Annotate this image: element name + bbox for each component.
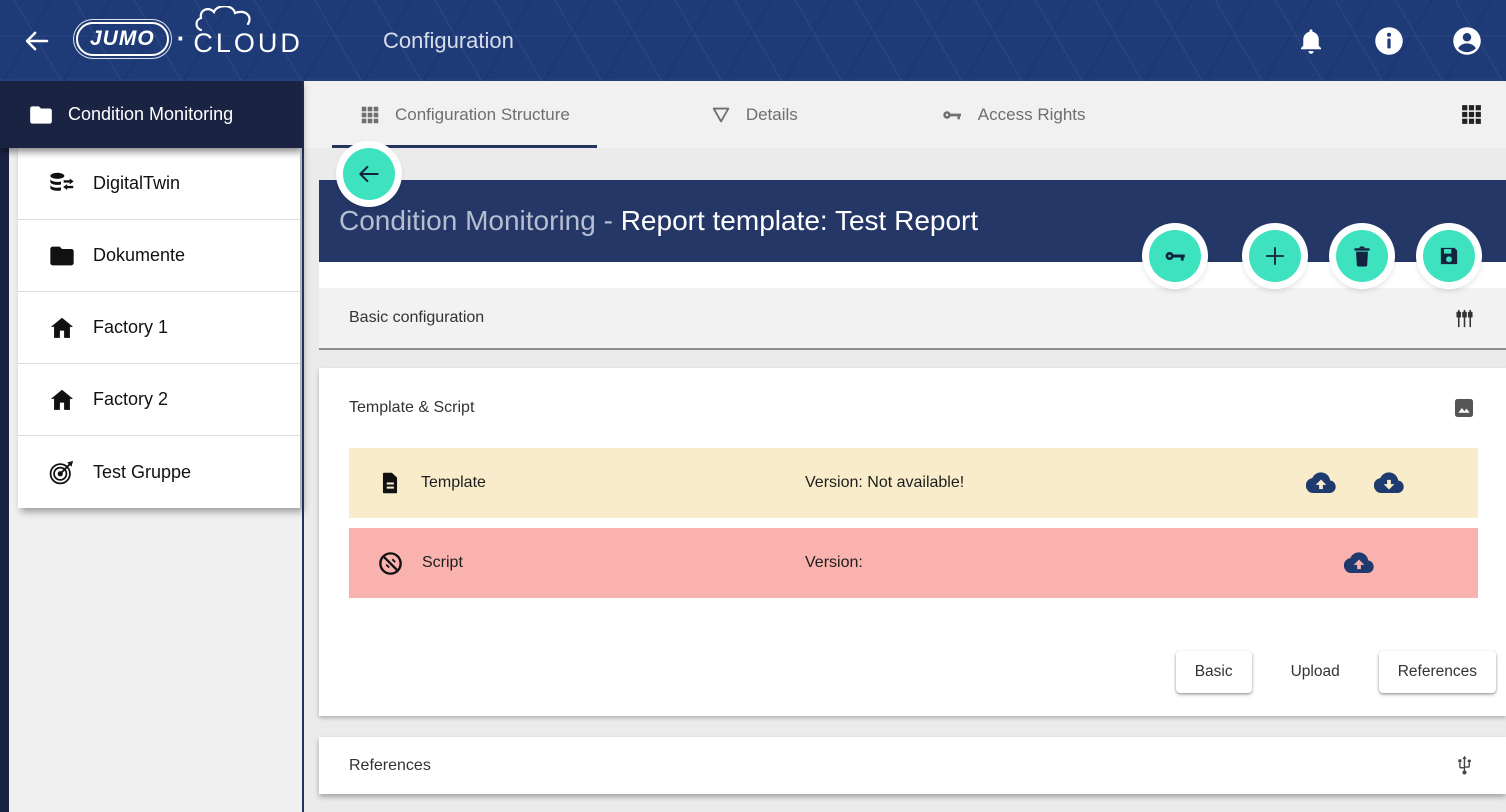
arrow-left-icon: [356, 161, 382, 187]
target-icon: [48, 458, 76, 486]
filter-icon: [710, 104, 732, 126]
cloud-outline-icon: [195, 6, 273, 32]
home-icon: [48, 314, 76, 342]
sidebar-root-label: Condition Monitoring: [68, 104, 233, 125]
sidebar-item-dokumente[interactable]: Dokumente: [18, 220, 300, 292]
account-icon[interactable]: [1452, 26, 1482, 56]
script-actions: [1344, 528, 1374, 598]
key-icon: [940, 103, 964, 127]
script-row: Script Version:: [349, 528, 1478, 598]
section-references[interactable]: References: [319, 737, 1506, 794]
sidebar-item-label: Test Gruppe: [93, 462, 191, 483]
entity-title-main: Report template: Test Report: [621, 205, 978, 237]
entity-title-prefix: Condition Monitoring -: [339, 205, 621, 237]
tab-label: Details: [746, 105, 798, 125]
section-label: References: [349, 757, 431, 775]
file-name: Script: [422, 554, 463, 572]
basic-button[interactable]: Basic: [1176, 651, 1252, 693]
template-script-header: Template & Script: [319, 368, 1506, 448]
tab-label: Configuration Structure: [395, 105, 570, 125]
digital-twin-icon: [48, 170, 76, 198]
jumo-logo: JUMO: [76, 22, 169, 56]
grid-icon: [359, 104, 381, 126]
tab-access-rights[interactable]: Access Rights: [913, 81, 1113, 148]
back-arrow-icon[interactable]: [22, 26, 52, 56]
sidebar-rail: [0, 81, 9, 812]
brand-separator: ·: [177, 23, 186, 54]
sidebar-item-factory-1[interactable]: Factory 1: [18, 292, 300, 364]
cloud-wordmark-text: CLOUD: [193, 28, 303, 58]
template-actions: [1306, 448, 1404, 518]
access-key-fab[interactable]: [1149, 230, 1201, 282]
document-icon: [377, 470, 403, 496]
sidebar-divider: [302, 81, 304, 812]
tab-configuration-structure[interactable]: Configuration Structure: [332, 81, 597, 148]
script-off-icon: [377, 550, 404, 577]
version-label: Version: Not available!: [805, 474, 964, 492]
sidebar-item-label: Factory 2: [93, 389, 168, 410]
upload-button[interactable]: Upload: [1272, 651, 1359, 693]
delete-fab[interactable]: [1336, 230, 1388, 282]
entity-title-band: Condition Monitoring - Report template: …: [319, 180, 1506, 262]
sidebar-item-label: DigitalTwin: [93, 173, 180, 194]
notifications-bell-icon[interactable]: [1296, 26, 1326, 56]
home-icon: [48, 386, 76, 414]
sidebar-item-condition-monitoring[interactable]: Condition Monitoring: [0, 81, 302, 148]
version-label: Version:: [805, 554, 863, 572]
section-label: Basic configuration: [349, 309, 484, 327]
topbar: JUMO · CLOUD Configuration: [0, 0, 1506, 81]
save-icon: [1436, 243, 1462, 269]
main-content: Configuration Structure Details Access R…: [304, 81, 1506, 812]
template-script-buttons: Basic Upload References: [319, 651, 1496, 693]
jumo-cloud-app: JUMO · CLOUD Configuration Condition Mon…: [0, 0, 1506, 812]
sidebar-item-digitaltwin[interactable]: DigitalTwin: [18, 148, 300, 220]
references-button[interactable]: References: [1379, 651, 1496, 693]
trash-icon: [1349, 243, 1375, 269]
cloud-wordmark: CLOUD: [193, 18, 303, 59]
info-icon[interactable]: [1374, 26, 1404, 56]
jumo-cloud-logo: JUMO · CLOUD: [76, 18, 303, 59]
image-icon[interactable]: [1452, 396, 1476, 420]
folder-icon: [48, 242, 76, 270]
tab-label: Access Rights: [978, 105, 1086, 125]
sidebar-item-label: Factory 1: [93, 317, 168, 338]
add-fab[interactable]: [1249, 230, 1301, 282]
cloud-upload-icon[interactable]: [1344, 548, 1374, 578]
folder-icon: [28, 102, 54, 128]
sidebar-group-panel: DigitalTwin Dokumente Factory 1 Factory …: [18, 148, 300, 508]
sidebar-item-label: Dokumente: [93, 245, 185, 266]
cloud-download-icon[interactable]: [1374, 468, 1404, 498]
template-row: Template Version: Not available!: [349, 448, 1478, 518]
file-name: Template: [421, 474, 486, 492]
sidebar-item-test-gruppe[interactable]: Test Gruppe: [18, 436, 300, 508]
page-title: Configuration: [383, 0, 514, 81]
section-label: Template & Script: [349, 399, 474, 417]
section-template-script: Template & Script Template Version: Not …: [319, 368, 1506, 716]
back-fab[interactable]: [343, 148, 395, 200]
plus-icon: [1262, 243, 1288, 269]
tune-icon[interactable]: [1453, 307, 1476, 330]
tab-bar: Configuration Structure Details Access R…: [304, 81, 1506, 148]
section-basic-configuration[interactable]: Basic configuration: [319, 288, 1506, 350]
usb-icon[interactable]: [1453, 754, 1476, 777]
cloud-upload-icon[interactable]: [1306, 468, 1336, 498]
entity-title: Condition Monitoring - Report template: …: [319, 180, 1506, 262]
sidebar-item-factory-2[interactable]: Factory 2: [18, 364, 300, 436]
tab-details[interactable]: Details: [683, 81, 825, 148]
apps-grid-icon[interactable]: [1459, 102, 1484, 127]
save-fab[interactable]: [1423, 230, 1475, 282]
band-underlay: [319, 262, 1506, 288]
key-icon: [1162, 243, 1188, 269]
